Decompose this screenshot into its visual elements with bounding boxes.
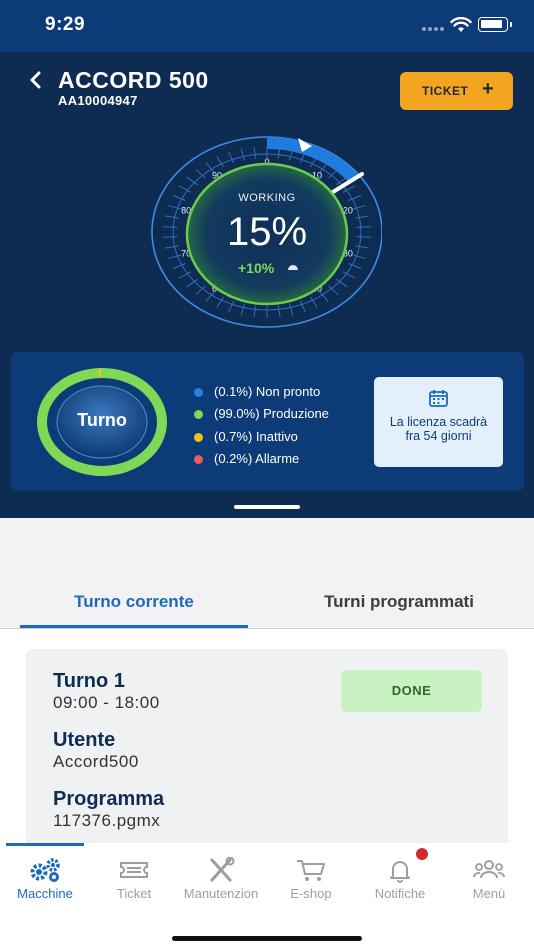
nav-label: Notifiche — [374, 886, 426, 901]
nav-label: E-shop — [290, 886, 332, 901]
tab-turni-programmati[interactable]: Turni programmati — [278, 592, 520, 612]
gauge-tick — [240, 148, 246, 161]
nav-item-manutenzione[interactable]: Manutenzion — [176, 853, 266, 901]
tools-icon — [210, 857, 235, 882]
cellular-signal-icon — [422, 27, 444, 31]
legend-label: (0.1%) Non pronto — [214, 384, 321, 399]
gauge-tick — [163, 236, 178, 238]
nav-item-ticket[interactable]: Ticket — [89, 853, 179, 901]
tab-turno-corrente[interactable]: Turno corrente — [20, 592, 248, 612]
calendar-icon — [429, 390, 448, 407]
machine-serial: AA10004947 — [58, 93, 138, 108]
back-chevron-icon[interactable] — [26, 69, 46, 91]
gauge-tick — [352, 204, 367, 210]
nav-item-eshop[interactable]: E-shop — [266, 853, 356, 901]
legend-dot — [194, 432, 203, 442]
nav-label: Ticket — [116, 886, 152, 901]
nav-item-notifiche[interactable]: Notifiche — [355, 853, 445, 901]
ticket-icon — [120, 862, 148, 878]
bell-icon — [390, 861, 410, 883]
nav-active-indicator — [6, 843, 84, 846]
ticket-button[interactable]: TICKET + — [400, 72, 513, 110]
user-value: Accord500 — [53, 752, 139, 771]
home-indicator — [172, 936, 362, 941]
battery-tip — [510, 22, 512, 27]
legend-dot — [194, 454, 203, 464]
gauge-tick — [253, 305, 257, 318]
gauge-center: WORKING 15% +10% — [186, 164, 348, 304]
gauge-tick — [355, 245, 370, 249]
gauge-tick — [167, 254, 182, 260]
user-label: Utente — [53, 729, 116, 751]
program-label: Programma — [53, 788, 165, 810]
license-notice[interactable]: La licenza scadrà fra 54 giorni — [374, 377, 503, 467]
legend-label: (0.2%) Allarme — [214, 450, 300, 466]
gauge-tick — [164, 245, 179, 249]
notification-badge — [416, 848, 428, 860]
gauge-tick — [288, 303, 294, 316]
cart-icon — [297, 860, 325, 881]
plus-icon: + — [482, 78, 494, 100]
gauge-tick — [240, 303, 246, 316]
legend-label: (0.7%) Inattivo — [214, 428, 298, 444]
nav-item-macchine[interactable]: Macchine — [0, 853, 90, 901]
nav-label: Manutenzion — [183, 886, 259, 901]
shift-hours: 09:00 - 18:00 — [53, 693, 160, 712]
license-text: La licenza scadrà fra 54 giorni — [389, 415, 488, 443]
gauge-tick — [164, 215, 179, 219]
gauge-tick — [352, 254, 367, 260]
program-value: 117376.pgmx — [53, 811, 161, 830]
nav-label: Menù — [472, 886, 506, 901]
nav-item-menu[interactable]: Menù — [444, 853, 534, 901]
gauge-status: WORKING — [238, 192, 296, 204]
gauge-delta: +10% — [238, 260, 275, 276]
users-icon — [473, 860, 505, 879]
legend-dot — [194, 388, 203, 397]
trend-up-icon — [288, 265, 298, 270]
wifi-icon — [450, 17, 472, 32]
ticket-button-label: TICKET — [422, 84, 469, 98]
gauge-percent: 15% — [226, 210, 308, 254]
shift-name: Turno 1 — [53, 670, 125, 692]
gauge-tick — [228, 151, 235, 164]
gauge-tick — [356, 236, 371, 238]
gauge-tick — [167, 204, 182, 210]
status-time: 9:29 — [45, 14, 86, 35]
nav-label: Macchine — [17, 886, 73, 901]
drag-handle[interactable] — [234, 505, 300, 509]
machine-title: ACCORD 500 — [58, 67, 209, 93]
gauge-tick — [356, 226, 371, 228]
shift-status-badge: DONE — [341, 670, 482, 712]
legend-label: (99.0%) Produzione — [214, 406, 329, 422]
turno-ring-label: Turno — [77, 410, 127, 430]
gears-icon — [30, 858, 60, 882]
gauge-tick — [253, 146, 257, 159]
gauge-tick — [163, 226, 178, 228]
gauge-tick — [277, 305, 281, 318]
battery-icon — [478, 17, 508, 32]
gauge-tick — [355, 215, 370, 219]
